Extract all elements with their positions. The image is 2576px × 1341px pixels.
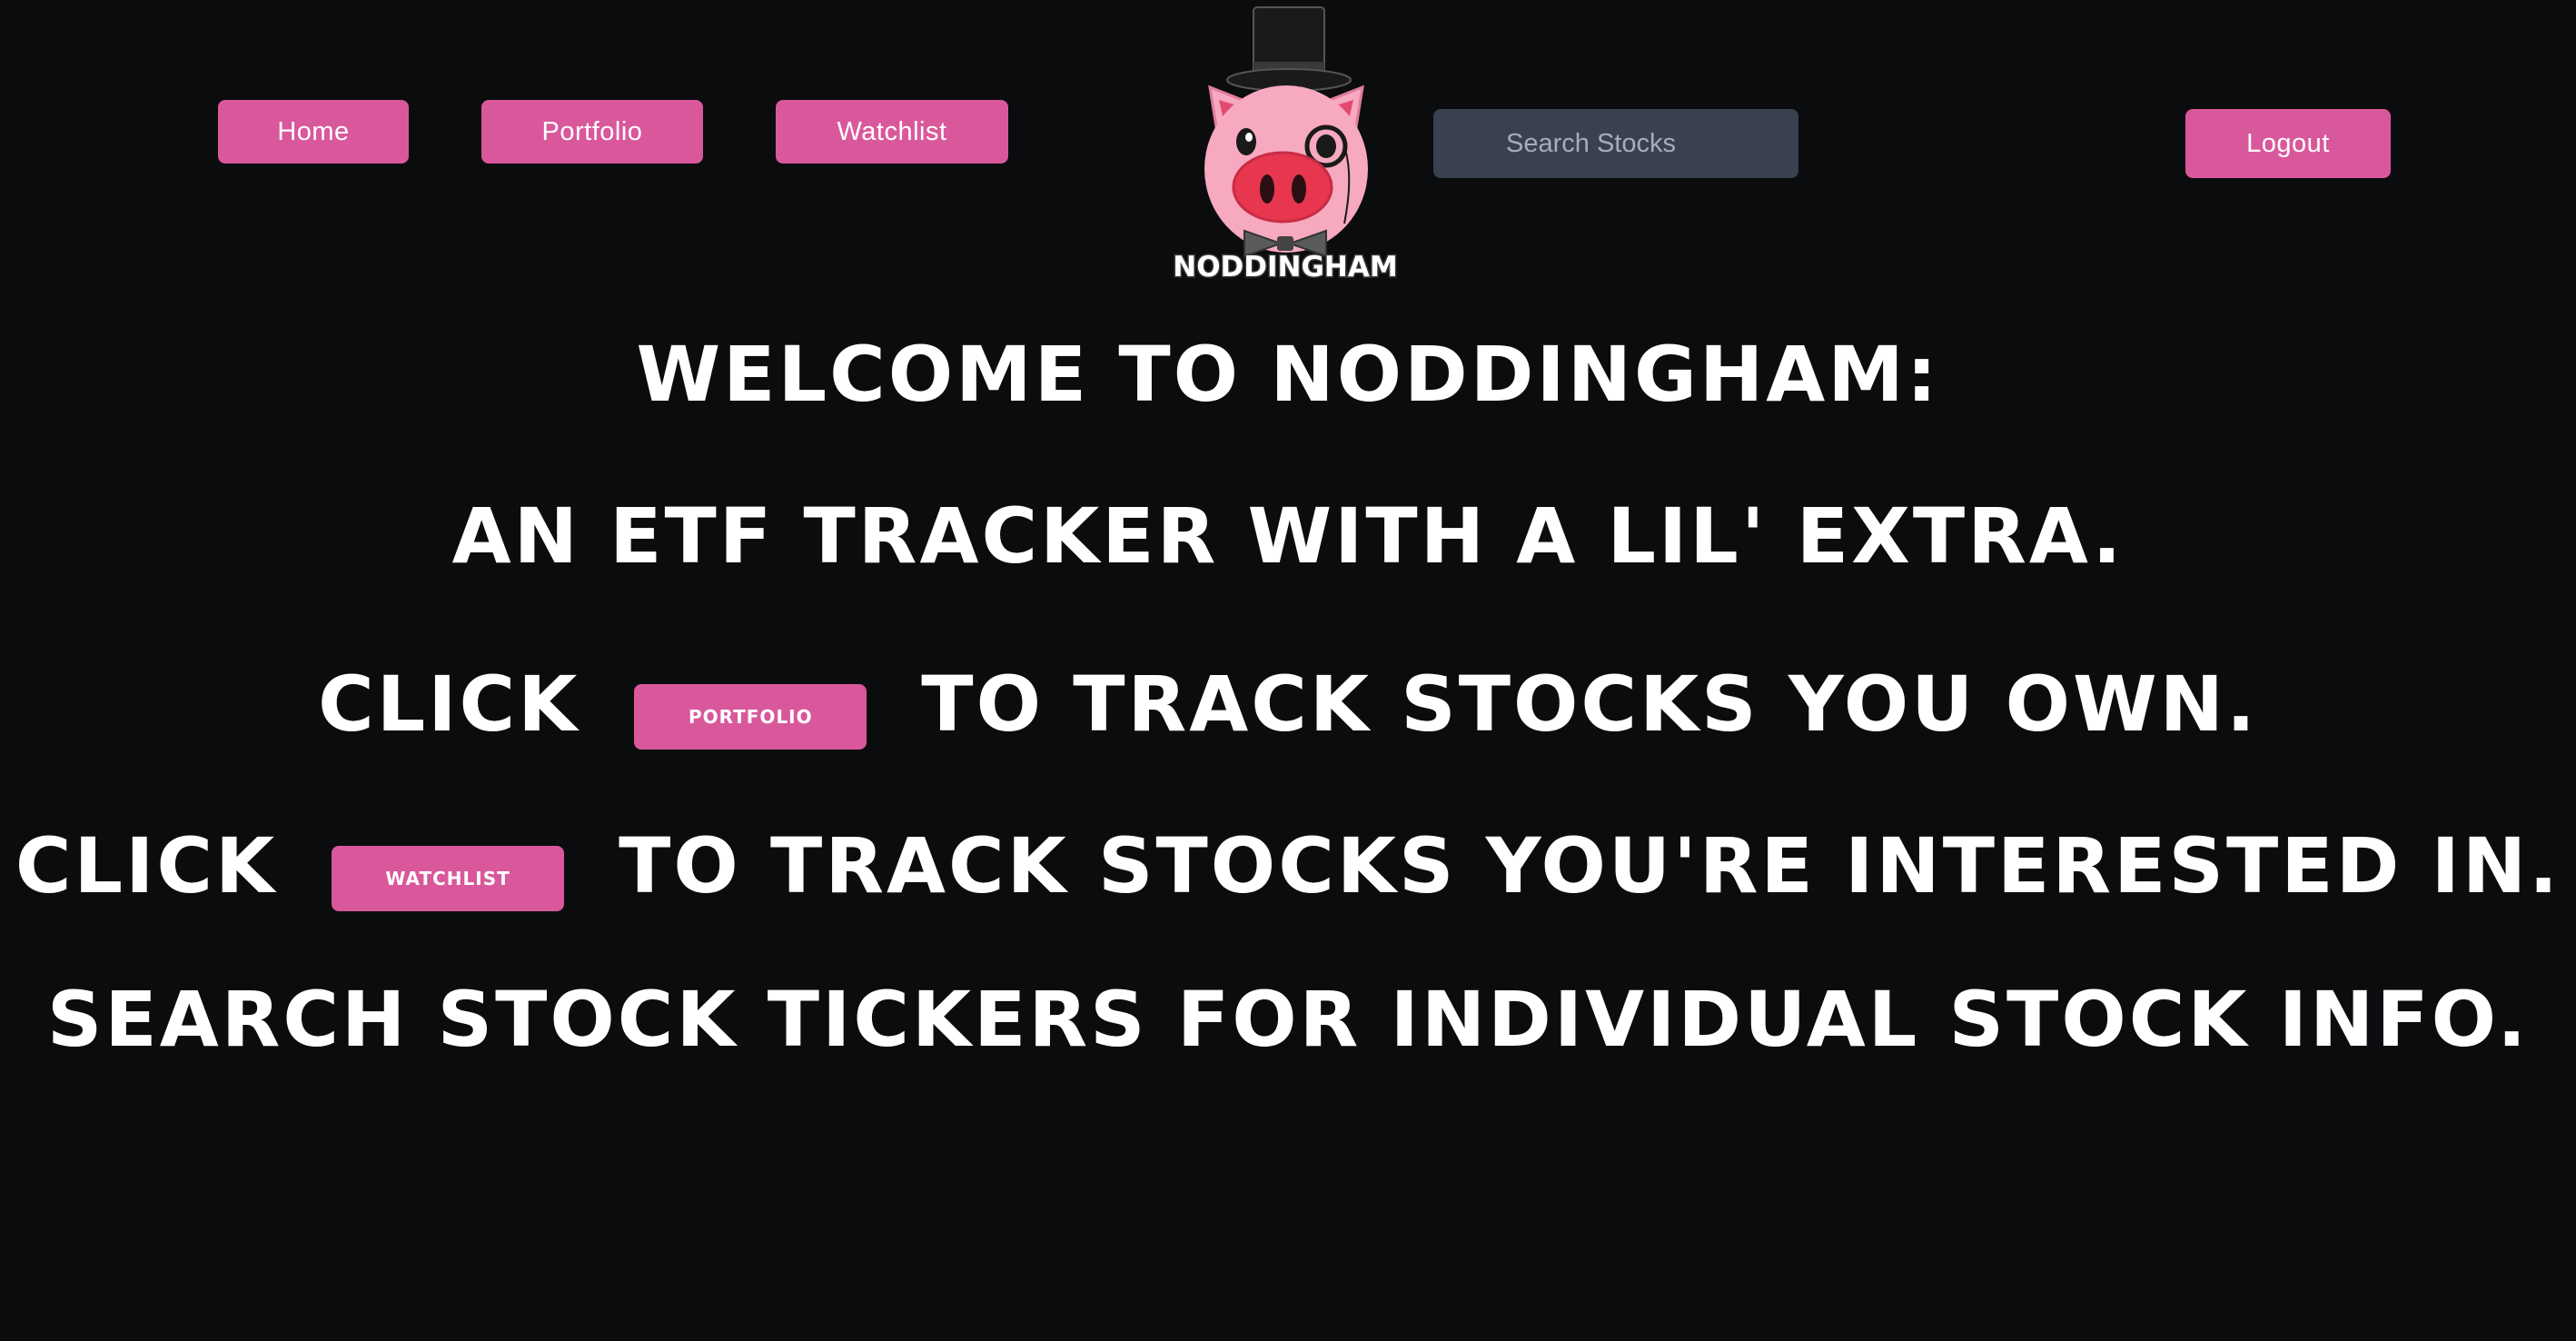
inline-portfolio-button[interactable]: PORTFOLIO <box>634 684 867 750</box>
portfolio-instruction-prefix: CLICK <box>318 660 580 749</box>
search-instruction: SEARCH STOCK TICKERS FOR INDIVIDUAL STOC… <box>46 975 2530 1064</box>
search-input[interactable] <box>1433 109 1798 178</box>
portfolio-button[interactable]: Portfolio <box>481 100 703 164</box>
portfolio-instruction-suffix: TO TRACK STOCKS YOU OWN. <box>921 660 2258 749</box>
page: Home Portfolio Watchlist NODDINGHAM Logo… <box>0 0 2576 1341</box>
watchlist-instruction-prefix: CLICK <box>15 821 278 910</box>
logout-button[interactable]: Logout <box>2185 109 2391 178</box>
watchlist-instruction: CLICK WATCHLIST TO TRACK STOCKS YOU'RE I… <box>0 820 2576 911</box>
watchlist-button[interactable]: Watchlist <box>776 100 1008 164</box>
home-button[interactable]: Home <box>218 100 409 164</box>
pig-top-hat-monocle-icon[interactable] <box>1181 5 1390 292</box>
logo-text: NODDINGHAM <box>1172 250 1399 285</box>
welcome-heading: WELCOME TO NODDINGHAM: <box>636 330 1940 419</box>
portfolio-instruction: CLICK PORTFOLIO TO TRACK STOCKS YOU OWN. <box>0 659 2576 750</box>
inline-watchlist-button[interactable]: WATCHLIST <box>332 846 565 911</box>
tagline: AN ETF TRACKER WITH A LIL' EXTRA. <box>451 492 2125 581</box>
watchlist-instruction-suffix: TO TRACK STOCKS YOU'RE INTERESTED IN. <box>619 821 2561 910</box>
